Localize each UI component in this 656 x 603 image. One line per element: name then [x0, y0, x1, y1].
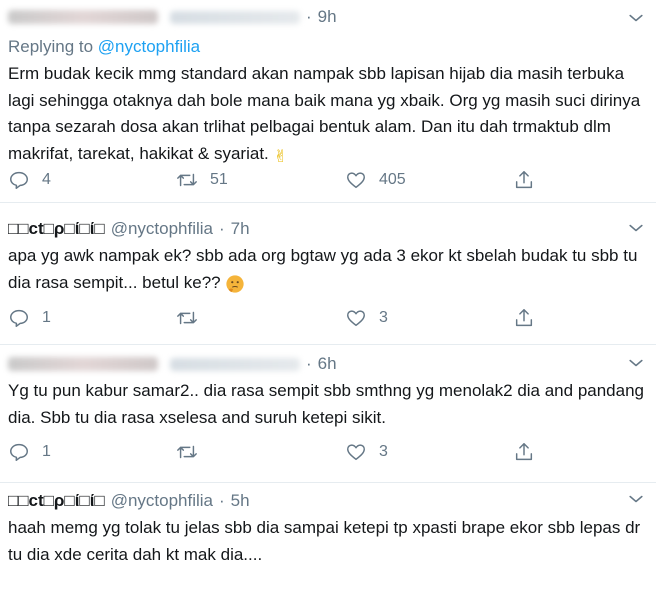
- reply-count: 4: [42, 171, 51, 188]
- share-button[interactable]: [513, 441, 535, 463]
- chevron-down-icon[interactable]: [626, 489, 646, 509]
- reply-icon: [10, 309, 28, 327]
- retweet-button[interactable]: [176, 441, 210, 463]
- tweet-actions: 1 3: [0, 441, 656, 465]
- like-button[interactable]: 3: [345, 307, 388, 329]
- author-name-redacted[interactable]: [8, 357, 158, 371]
- author-handle[interactable]: @nyctophfilia: [111, 219, 213, 239]
- chevron-down-icon[interactable]: [626, 218, 646, 238]
- reply-button[interactable]: 4: [8, 169, 51, 191]
- like-count: 3: [379, 309, 388, 326]
- author-name[interactable]: □□ct□ρ□ί□ί□: [8, 219, 105, 239]
- tweet-text-content: Erm budak kecik mmg standard akan nampak…: [8, 64, 641, 163]
- replying-to-label: Replying to: [8, 37, 94, 56]
- separator-dot: ·: [306, 7, 312, 26]
- share-button[interactable]: [513, 307, 535, 329]
- like-icon: [347, 172, 365, 189]
- share-button[interactable]: [513, 169, 535, 191]
- reply-icon: [10, 171, 28, 189]
- retweet-button[interactable]: [176, 307, 210, 329]
- share-icon: [515, 443, 533, 461]
- tweet-3[interactable]: · 6h Yg tu pun kabur samar2.. dia rasa s…: [0, 345, 656, 483]
- separator-dot: ·: [306, 354, 312, 373]
- reply-count: 1: [42, 309, 51, 326]
- chevron-down-icon[interactable]: [626, 8, 646, 28]
- victory-hand-emoji: ✌: [273, 146, 288, 167]
- retweet-icon: [177, 311, 197, 325]
- share-icon: [515, 309, 533, 327]
- author-handle[interactable]: @nyctophfilia: [111, 491, 213, 511]
- retweet-button[interactable]: 51: [176, 169, 228, 191]
- tweet-text-content: Yg tu pun kabur samar2.. dia rasa sempit…: [8, 381, 644, 427]
- reply-button[interactable]: 1: [8, 441, 51, 463]
- author-name[interactable]: □□ct□ρ□ί□ί□: [8, 491, 105, 511]
- reply-button[interactable]: 1: [8, 307, 51, 329]
- chevron-down-icon[interactable]: [626, 353, 646, 373]
- reply-icon: [10, 443, 28, 461]
- retweet-icon: [177, 445, 197, 459]
- tweet-time[interactable]: 6h: [318, 354, 337, 374]
- tweet-header: · 9h: [8, 5, 648, 29]
- tweet-header: · 6h: [8, 352, 648, 376]
- like-button[interactable]: 3: [345, 441, 388, 463]
- tweet-1[interactable]: · 9h Replying to @nyctophfilia Erm budak…: [0, 0, 656, 203]
- tweet-text-content: haah memg yg tolak tu jelas sbb dia samp…: [8, 518, 641, 564]
- tweet-header: □□ct□ρ□ί□ί□ @nyctophfilia · 7h: [8, 217, 648, 241]
- tweet-time[interactable]: 7h: [231, 219, 250, 239]
- tweet-4[interactable]: □□ct□ρ□ί□ί□ @nyctophfilia · 5h haah memg…: [0, 483, 656, 603]
- tweet-actions: 4 51 405: [0, 169, 656, 193]
- tweet-time[interactable]: 9h: [318, 7, 337, 27]
- separator-dot: ·: [219, 491, 225, 510]
- retweet-icon: [177, 173, 197, 187]
- tweet-text: haah memg yg tolak tu jelas sbb dia samp…: [8, 515, 648, 568]
- author-handle-redacted[interactable]: [170, 357, 300, 371]
- tweet-time[interactable]: 5h: [231, 491, 250, 511]
- separator-dot: ·: [219, 219, 225, 238]
- tweet-text: apa yg awk nampak ek? sbb ada org bgtaw …: [8, 243, 648, 299]
- like-count: 3: [379, 443, 388, 460]
- tweet-text: Yg tu pun kabur samar2.. dia rasa sempit…: [8, 378, 648, 431]
- like-button[interactable]: 405: [345, 169, 406, 191]
- tweet-2[interactable]: □□ct□ρ□ί□ί□ @nyctophfilia · 7h apa yg aw…: [0, 203, 656, 345]
- like-icon: [347, 444, 365, 461]
- tweet-text-content: apa yg awk nampak ek? sbb ada org bgtaw …: [8, 246, 638, 292]
- reply-count: 1: [42, 443, 51, 460]
- replying-to-mention[interactable]: @nyctophfilia: [98, 37, 200, 56]
- like-icon: [347, 310, 365, 327]
- retweet-count: 51: [210, 171, 228, 188]
- tweet-thread: · 9h Replying to @nyctophfilia Erm budak…: [0, 0, 656, 603]
- like-count: 405: [379, 171, 406, 188]
- author-name-redacted[interactable]: [8, 10, 158, 24]
- author-handle-redacted[interactable]: [170, 10, 300, 24]
- thinking-face-emoji: [225, 273, 245, 300]
- replying-to: Replying to @nyctophfilia: [8, 37, 200, 57]
- tweet-actions: 1 3: [0, 307, 656, 331]
- share-icon: [515, 171, 533, 189]
- tweet-text: Erm budak kecik mmg standard akan nampak…: [8, 61, 648, 170]
- tweet-header: □□ct□ρ□ί□ί□ @nyctophfilia · 5h: [8, 489, 648, 513]
